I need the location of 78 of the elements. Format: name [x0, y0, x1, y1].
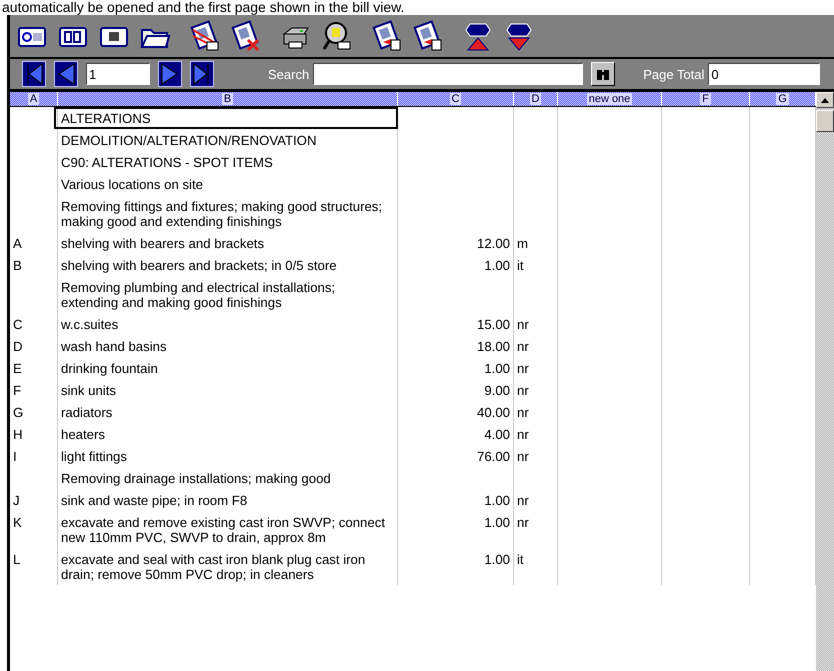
unit-cell: nr [514, 401, 558, 423]
quantity-cell: 1.00 [398, 548, 514, 585]
description-cell: drinking fountain [58, 357, 398, 379]
column-header[interactable]: B [222, 93, 234, 105]
unit-cell: nr [514, 445, 558, 467]
item-cell: E [10, 357, 58, 379]
description-cell: excavate and remove existing cast iron SWVP; connect new 110mm PVC, SWVP to drain, approx 8m [58, 511, 398, 548]
unit-cell: nr [514, 357, 558, 379]
unit-cell: it [514, 548, 558, 585]
description-cell: excavate and seal with cast iron blank plug cast iron drain; remove 50mm PVC drop; in cleaners [58, 548, 398, 585]
scroll-up-button[interactable] [816, 92, 834, 108]
description-cell: sink and waste pipe; in room F8 [58, 489, 398, 511]
quantity-cell: 76.00 [398, 445, 514, 467]
column-header[interactable]: new one [586, 93, 632, 105]
first-page-button[interactable] [22, 61, 46, 87]
unit-cell: nr [514, 313, 558, 335]
unit-cell: nr [514, 423, 558, 445]
quantity-cell: 1.00 [398, 511, 514, 548]
unit-cell: nr [514, 379, 558, 401]
page-field[interactable]: 1 [86, 63, 150, 85]
last-page-button[interactable] [190, 61, 214, 87]
unit-cell: nr [514, 489, 558, 511]
unit-cell: m [514, 232, 558, 254]
up-arrow-icon [821, 98, 829, 102]
description-cell: C90: ALTERATIONS - SPOT ITEMS [58, 151, 398, 173]
quantity-cell: 40.00 [398, 401, 514, 423]
next-page-button[interactable] [158, 61, 182, 87]
item-cell: H [10, 423, 58, 445]
previous-page-button[interactable] [54, 61, 78, 87]
item-cell: F [10, 379, 58, 401]
unit-cell: it [514, 254, 558, 276]
unit-cell: nr [514, 511, 558, 548]
description-cell: sink units [58, 379, 398, 401]
item-cell: B [10, 254, 58, 276]
page-total-field[interactable]: 0 [708, 63, 820, 85]
item-cell: C [10, 313, 58, 335]
description-cell: light fittings [58, 445, 398, 467]
description-cell: Removing fittings and fixtures; making good structures; making good and extending finishings [58, 195, 398, 232]
description-cell: shelving with bearers and brackets [58, 232, 398, 254]
item-cell: G [10, 401, 58, 423]
item-cell: L [10, 548, 58, 585]
column-header[interactable]: F [700, 93, 711, 105]
description-cell: radiators [58, 401, 398, 423]
scroll-thumb[interactable] [816, 110, 834, 132]
scroll-bar[interactable] [816, 92, 834, 671]
column-header[interactable]: G [776, 93, 789, 105]
description-cell: shelving with bearers and brackets; in 0/5 store [58, 254, 398, 276]
item-cell: A [10, 232, 58, 254]
description-cell: Removing plumbing and electrical installations; extending and making good finishings [58, 276, 398, 313]
description-cell: w.c.suites [58, 313, 398, 335]
column-header[interactable]: A [28, 93, 40, 105]
search-field[interactable] [313, 63, 584, 85]
item-cell: K [10, 511, 58, 548]
description-cell: wash hand basins [58, 335, 398, 357]
quantity-cell: 15.00 [398, 313, 514, 335]
quantity-cell: 1.00 [398, 357, 514, 379]
quantity-cell: 1.00 [398, 489, 514, 511]
quantity-cell: 9.00 [398, 379, 514, 401]
item-cell: J [10, 489, 58, 511]
column-header[interactable]: C [450, 93, 462, 105]
description-cell: ALTERATIONS [54, 107, 398, 129]
find-button[interactable] [591, 62, 616, 86]
description-cell: Removing drainage installations; making good [58, 467, 398, 489]
column-header[interactable]: D [530, 93, 542, 105]
item-cell: D [10, 335, 58, 357]
quantity-cell: 1.00 [398, 254, 514, 276]
page-total-label: Page Total [643, 66, 704, 82]
unit-cell: nr [514, 335, 558, 357]
quantity-cell: 12.00 [398, 232, 514, 254]
description-cell: heaters [58, 423, 398, 445]
quantity-cell: 18.00 [398, 335, 514, 357]
search-label: Search [268, 66, 310, 82]
quantity-cell: 4.00 [398, 423, 514, 445]
item-cell: I [10, 445, 58, 467]
caption-text: automatically be opened and the first page shown in the bill view. [1, 0, 406, 15]
description-cell: Various locations on site [58, 173, 398, 195]
description-cell: DEMOLITION/ALTERATION/RENOVATION [58, 129, 398, 151]
magnifier-icon [321, 20, 353, 52]
